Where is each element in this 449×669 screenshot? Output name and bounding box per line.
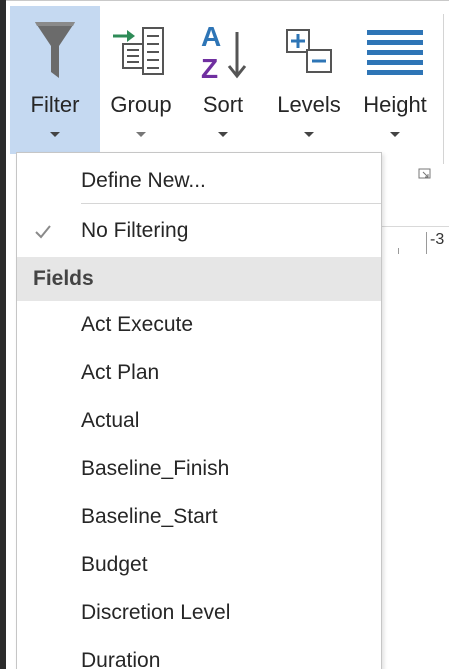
height-button-label: Height	[363, 92, 427, 117]
svg-text:Z: Z	[201, 53, 218, 84]
menu-item-field[interactable]: Budget	[17, 543, 381, 587]
group-button-label: Group	[110, 92, 172, 117]
menu-item-field[interactable]: Duration	[17, 639, 381, 669]
height-dropdown-caret	[390, 132, 400, 137]
group-icon	[113, 27, 164, 75]
sort-az-icon: A Z	[201, 21, 247, 84]
menu-item-no-filtering-label: No Filtering	[81, 219, 189, 242]
ruler-tick	[398, 248, 399, 254]
sort-button[interactable]: A Z Sort	[186, 6, 260, 154]
group-dropdown-caret	[136, 132, 146, 137]
sort-button-label: Sort	[202, 92, 244, 117]
group-button[interactable]: Group	[104, 6, 178, 154]
levels-button[interactable]: Levels	[274, 6, 344, 154]
menu-item-field[interactable]: Actual	[17, 399, 381, 443]
levels-icon	[286, 29, 332, 73]
checkmark-icon	[35, 225, 51, 239]
menu-separator	[81, 203, 381, 204]
svg-text:A: A	[201, 21, 221, 52]
ruler-tick	[426, 232, 427, 254]
menu-item-field[interactable]: Discretion Level	[17, 591, 381, 635]
menu-item-no-filtering[interactable]: No Filtering	[17, 209, 381, 253]
view-area	[380, 258, 449, 669]
ribbon-group-separator	[443, 14, 444, 164]
filter-button[interactable]: Filter	[10, 6, 100, 154]
filter-button-label: Filter	[30, 92, 80, 117]
filter-dropdown-caret	[50, 132, 60, 137]
dialog-launcher-icon[interactable]	[418, 168, 432, 180]
levels-dropdown-caret	[304, 132, 314, 137]
menu-item-field[interactable]: Baseline_Finish	[17, 447, 381, 491]
sort-dropdown-caret	[218, 132, 228, 137]
height-icon	[367, 30, 423, 75]
levels-button-label: Levels	[277, 92, 341, 117]
ribbon: Filter Group A Z Sort Levels Height	[6, 6, 449, 164]
menu-item-define-new[interactable]: Define New...	[17, 159, 381, 203]
menu-item-field[interactable]: Baseline_Start	[17, 495, 381, 539]
funnel-icon	[35, 22, 75, 78]
height-button[interactable]: Height	[354, 6, 436, 154]
menu-item-field[interactable]: Act Plan	[17, 351, 381, 395]
section-header-fields: Fields	[17, 257, 381, 301]
menu-item-field[interactable]: Act Execute	[17, 303, 381, 347]
timeline-ruler: -3	[380, 226, 449, 256]
ruler-number: -3	[430, 231, 445, 248]
filter-dropdown-menu: Define New... No Filtering Fields Act Ex…	[16, 152, 382, 669]
